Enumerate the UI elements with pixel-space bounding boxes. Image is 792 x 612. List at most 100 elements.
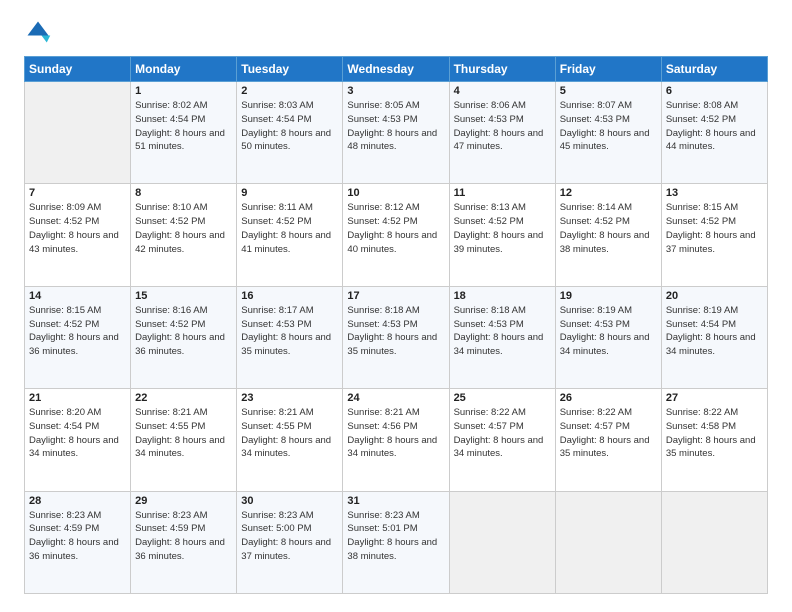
- cell-content: Sunrise: 8:23 AMSunset: 5:00 PMDaylight:…: [241, 509, 338, 564]
- day-number: 21: [29, 392, 126, 404]
- calendar-week: 21 Sunrise: 8:20 AMSunset: 4:54 PM Dayligh…: [25, 389, 768, 491]
- sunrise-text: Sunrise: 8:15 AM: [29, 304, 126, 318]
- sunrise-text: Sunrise: 8:18 AM: [454, 304, 551, 318]
- logo-icon: [24, 18, 52, 46]
- daylight-text: Daylight: 8 hours and 35 minutes.: [241, 331, 338, 359]
- daylight-text: Daylight: 8 hours and 36 minutes.: [135, 536, 232, 564]
- sunrise-text: Sunrise: 8:08 AM: [666, 99, 763, 113]
- day-number: 6: [666, 85, 763, 97]
- sunset-text: Sunset: 4:53 PM: [560, 113, 657, 127]
- cell-content: Sunrise: 8:16 AMSunset: 4:52 PMDaylight:…: [135, 304, 232, 359]
- sunset-text: Sunset: 4:52 PM: [666, 113, 763, 127]
- calendar-cell: [661, 491, 767, 593]
- cell-content: Sunrise: 8:15 AMSunset: 4:52 PMDaylight:…: [666, 201, 763, 256]
- cell-content: Sunrise: 8:09 AMSunset: 4:52 PMDaylight:…: [29, 201, 126, 256]
- daylight-text: Daylight: 8 hours and 34 minutes.: [560, 331, 657, 359]
- sunset-text: Sunset: 4:53 PM: [347, 113, 444, 127]
- sunset-text: Sunset: 4:58 PM: [666, 420, 763, 434]
- daylight-text: Daylight: 8 hours and 34 minutes.: [241, 434, 338, 462]
- daylight-text: Daylight: 8 hours and 35 minutes.: [560, 434, 657, 462]
- calendar-cell: [555, 491, 661, 593]
- cell-content: Sunrise: 8:22 AMSunset: 4:57 PMDaylight:…: [454, 406, 551, 461]
- calendar-week: 28Sunrise: 8:23 AMSunset: 4:59 PMDayligh…: [25, 491, 768, 593]
- sunset-text: Sunset: 4:55 PM: [135, 420, 232, 434]
- sunrise-text: Sunrise: 8:12 AM: [347, 201, 444, 215]
- sunset-text: Sunset: 5:00 PM: [241, 522, 338, 536]
- daylight-text: Daylight: 8 hours and 44 minutes.: [666, 127, 763, 155]
- sunset-text: Sunset: 4:52 PM: [666, 215, 763, 229]
- day-number: 22: [135, 392, 232, 404]
- cell-content: Sunrise: 8:23 AMSunset: 4:59 PMDaylight:…: [29, 509, 126, 564]
- day-number: 18: [454, 290, 551, 302]
- calendar-cell: 30 Sunrise: 8:23 AMSunset: 5:00 PMDayligh…: [237, 491, 343, 593]
- sunset-text: Sunset: 4:54 PM: [29, 420, 126, 434]
- daylight-text: Daylight: 8 hours and 41 minutes.: [241, 229, 338, 257]
- sunset-text: Sunset: 4:52 PM: [347, 215, 444, 229]
- sunrise-text: Sunrise: 8:22 AM: [560, 406, 657, 420]
- sunrise-text: Sunrise: 8:23 AM: [347, 509, 444, 523]
- sunrise-text: Sunrise: 8:03 AM: [241, 99, 338, 113]
- cell-content: Sunrise: 8:19 AMSunset: 4:53 PMDaylight:…: [560, 304, 657, 359]
- sunrise-text: Sunrise: 8:18 AM: [347, 304, 444, 318]
- sunrise-text: Sunrise: 8:07 AM: [560, 99, 657, 113]
- sunset-text: Sunset: 5:01 PM: [347, 522, 444, 536]
- calendar-cell: 9Sunrise: 8:11 AMSunset: 4:52 PMDaylight…: [237, 184, 343, 286]
- day-number: 5: [560, 85, 657, 97]
- weekday-header: Thursday: [449, 57, 555, 82]
- sunrise-text: Sunrise: 8:23 AM: [241, 509, 338, 523]
- day-number: 14: [29, 290, 126, 302]
- calendar-cell: 16 Sunrise: 8:17 AMSunset: 4:53 PMDayligh…: [237, 286, 343, 388]
- day-number: 27: [666, 392, 763, 404]
- daylight-text: Daylight: 8 hours and 43 minutes.: [29, 229, 126, 257]
- calendar-cell: 8Sunrise: 8:10 AMSunset: 4:52 PMDaylight…: [131, 184, 237, 286]
- day-number: 2: [241, 85, 338, 97]
- daylight-text: Daylight: 8 hours and 36 minutes.: [29, 331, 126, 359]
- daylight-text: Daylight: 8 hours and 34 minutes.: [454, 331, 551, 359]
- day-number: 17: [347, 290, 444, 302]
- day-number: 30: [241, 495, 338, 507]
- daylight-text: Daylight: 8 hours and 40 minutes.: [347, 229, 444, 257]
- weekday-header: Tuesday: [237, 57, 343, 82]
- day-number: 26: [560, 392, 657, 404]
- day-number: 15: [135, 290, 232, 302]
- sunrise-text: Sunrise: 8:20 AM: [29, 406, 126, 420]
- calendar-cell: 25 Sunrise: 8:22 AMSunset: 4:57 PMDayligh…: [449, 389, 555, 491]
- sunset-text: Sunset: 4:54 PM: [135, 113, 232, 127]
- sunrise-text: Sunrise: 8:21 AM: [135, 406, 232, 420]
- sunrise-text: Sunrise: 8:17 AM: [241, 304, 338, 318]
- header: [24, 18, 768, 46]
- sunrise-text: Sunrise: 8:13 AM: [454, 201, 551, 215]
- day-number: 11: [454, 187, 551, 199]
- calendar-cell: 11 Sunrise: 8:13 AMSunset: 4:52 PMDayligh…: [449, 184, 555, 286]
- daylight-text: Daylight: 8 hours and 51 minutes.: [135, 127, 232, 155]
- calendar-cell: 23Sunrise: 8:21 AMSunset: 4:55 PMDayligh…: [237, 389, 343, 491]
- sunrise-text: Sunrise: 8:21 AM: [241, 406, 338, 420]
- day-number: 16: [241, 290, 338, 302]
- sunrise-text: Sunrise: 8:21 AM: [347, 406, 444, 420]
- sunrise-text: Sunrise: 8:14 AM: [560, 201, 657, 215]
- daylight-text: Daylight: 8 hours and 47 minutes.: [454, 127, 551, 155]
- calendar-cell: 29Sunrise: 8:23 AMSunset: 4:59 PMDayligh…: [131, 491, 237, 593]
- calendar-cell: 14Sunrise: 8:15 AMSunset: 4:52 PMDayligh…: [25, 286, 131, 388]
- sunrise-text: Sunrise: 8:06 AM: [454, 99, 551, 113]
- cell-content: Sunrise: 8:13 AMSunset: 4:52 PMDaylight:…: [454, 201, 551, 256]
- sunset-text: Sunset: 4:54 PM: [666, 318, 763, 332]
- page: SundayMondayTuesdayWednesdayThursdayFrid…: [0, 0, 792, 612]
- weekday-header: Sunday: [25, 57, 131, 82]
- daylight-text: Daylight: 8 hours and 35 minutes.: [666, 434, 763, 462]
- sunrise-text: Sunrise: 8:16 AM: [135, 304, 232, 318]
- daylight-text: Daylight: 8 hours and 36 minutes.: [29, 536, 126, 564]
- cell-content: Sunrise: 8:06 AMSunset: 4:53 PMDaylight:…: [454, 99, 551, 154]
- sunset-text: Sunset: 4:55 PM: [241, 420, 338, 434]
- sunset-text: Sunset: 4:52 PM: [454, 215, 551, 229]
- daylight-text: Daylight: 8 hours and 34 minutes.: [135, 434, 232, 462]
- cell-content: Sunrise: 8:17 AMSunset: 4:53 PMDaylight:…: [241, 304, 338, 359]
- calendar-cell: 22 Sunrise: 8:21 AMSunset: 4:55 PMDayligh…: [131, 389, 237, 491]
- sunrise-text: Sunrise: 8:19 AM: [560, 304, 657, 318]
- day-number: 25: [454, 392, 551, 404]
- calendar-cell: 1Sunrise: 8:02 AMSunset: 4:54 PMDaylight…: [131, 82, 237, 184]
- day-number: 10: [347, 187, 444, 199]
- daylight-text: Daylight: 8 hours and 34 minutes.: [347, 434, 444, 462]
- cell-content: Sunrise: 8:10 AMSunset: 4:52 PMDaylight:…: [135, 201, 232, 256]
- sunset-text: Sunset: 4:53 PM: [454, 113, 551, 127]
